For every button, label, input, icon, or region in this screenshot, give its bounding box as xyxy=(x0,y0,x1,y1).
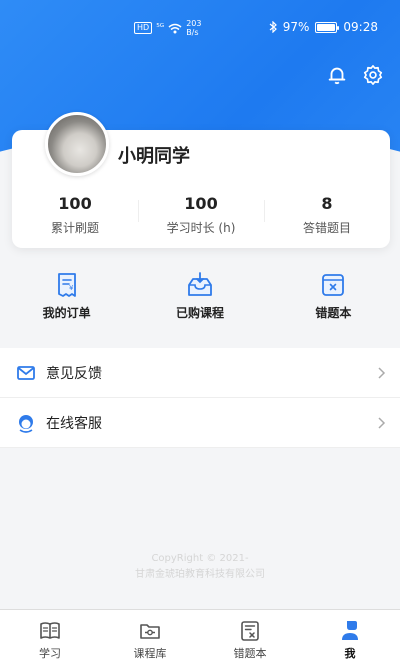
tab-label: 学习 xyxy=(39,647,61,660)
bell-icon[interactable] xyxy=(326,64,348,86)
purchased-courses-button[interactable]: 已购课程 xyxy=(133,262,266,340)
battery-percent: 97% xyxy=(282,20,310,34)
stat-total-questions[interactable]: 100 累计刷题 xyxy=(12,194,138,236)
chevron-right-icon xyxy=(378,416,386,429)
wrong-book-label: 错题本 xyxy=(315,306,352,320)
wrong-book-button[interactable]: 错题本 xyxy=(267,262,400,340)
header-actions xyxy=(326,64,384,86)
status-bar: HD ⁵ᴳ 203 B/s 97% 09:28 xyxy=(0,0,400,44)
menu-item-feedback[interactable]: 意见反馈 xyxy=(0,348,400,398)
menu-item-label: 在线客服 xyxy=(46,415,102,432)
tab-course-library[interactable]: 课程库 xyxy=(100,610,200,666)
quick-actions: ¥ 我的订单 已购课程 错题本 xyxy=(0,262,400,340)
tab-label: 课程库 xyxy=(133,647,167,660)
stat-value: 100 xyxy=(184,194,218,213)
network-speed: 203 B/s xyxy=(186,19,201,37)
tab-label: 错题本 xyxy=(233,647,267,660)
settings-menu: 意见反馈 在线客服 xyxy=(0,348,400,448)
receipt-icon: ¥ xyxy=(57,273,76,297)
tab-wrong-book[interactable]: 错题本 xyxy=(200,610,300,666)
my-orders-label: 我的订单 xyxy=(42,306,91,320)
mail-icon xyxy=(17,365,35,380)
username: 小明同学 xyxy=(118,146,190,167)
gear-icon[interactable] xyxy=(362,64,384,86)
stat-label: 答错题目 xyxy=(302,221,351,235)
signal-indicator: ⁵ᴳ xyxy=(156,23,165,33)
speed-unit: B/s xyxy=(186,28,199,37)
inbox-download-icon xyxy=(188,272,212,296)
profile-stats: 100 累计刷题 100 学习时长 (h) 8 答错题目 xyxy=(12,194,390,236)
clock: 09:28 xyxy=(343,20,378,34)
status-left: HD ⁵ᴳ 203 B/s xyxy=(134,19,201,37)
menu-item-label: 意见反馈 xyxy=(46,365,102,382)
bottom-tab-bar: 学习 课程库 错题本 我 xyxy=(0,609,400,666)
wrong-book-icon xyxy=(241,621,259,641)
stat-study-hours[interactable]: 100 学习时长 (h) xyxy=(138,194,264,236)
stat-label: 学习时长 (h) xyxy=(166,221,236,235)
purchased-courses-label: 已购课程 xyxy=(175,306,224,320)
bluetooth-icon xyxy=(269,21,277,33)
tab-label: 我 xyxy=(344,647,356,660)
profile-card: 小明同学 100 累计刷题 100 学习时长 (h) 8 答错题目 xyxy=(12,112,390,248)
stat-label: 累计刷题 xyxy=(50,221,99,235)
tab-study[interactable]: 学习 xyxy=(0,610,100,666)
stat-value: 8 xyxy=(321,194,333,213)
speed-value: 203 xyxy=(186,19,202,28)
svg-text:¥: ¥ xyxy=(69,284,74,292)
wrong-book-icon xyxy=(322,274,345,296)
stat-wrong-answers[interactable]: 8 答错题目 xyxy=(264,194,390,236)
wifi-icon xyxy=(168,23,182,33)
tab-me[interactable]: 我 xyxy=(300,610,400,666)
copyright-line2: 甘肃金琥珀教育科技有限公司 xyxy=(135,569,265,580)
copyright: CopyRight © 2021- 甘肃金琥珀教育科技有限公司 xyxy=(0,551,400,583)
my-orders-button[interactable]: ¥ 我的订单 xyxy=(0,262,133,340)
status-right: 97% 09:28 xyxy=(269,20,378,34)
battery-icon xyxy=(315,21,340,33)
avatar[interactable] xyxy=(45,112,109,176)
folder-icon xyxy=(140,624,160,639)
menu-item-customer-service[interactable]: 在线客服 xyxy=(0,398,400,448)
stat-value: 100 xyxy=(58,194,92,213)
customer-service-icon xyxy=(19,414,33,433)
book-icon xyxy=(40,622,60,639)
copyright-line1: CopyRight © 2021- xyxy=(151,553,249,564)
chevron-right-icon xyxy=(378,366,386,379)
person-icon xyxy=(342,621,358,640)
hd-badge: HD xyxy=(134,22,153,34)
